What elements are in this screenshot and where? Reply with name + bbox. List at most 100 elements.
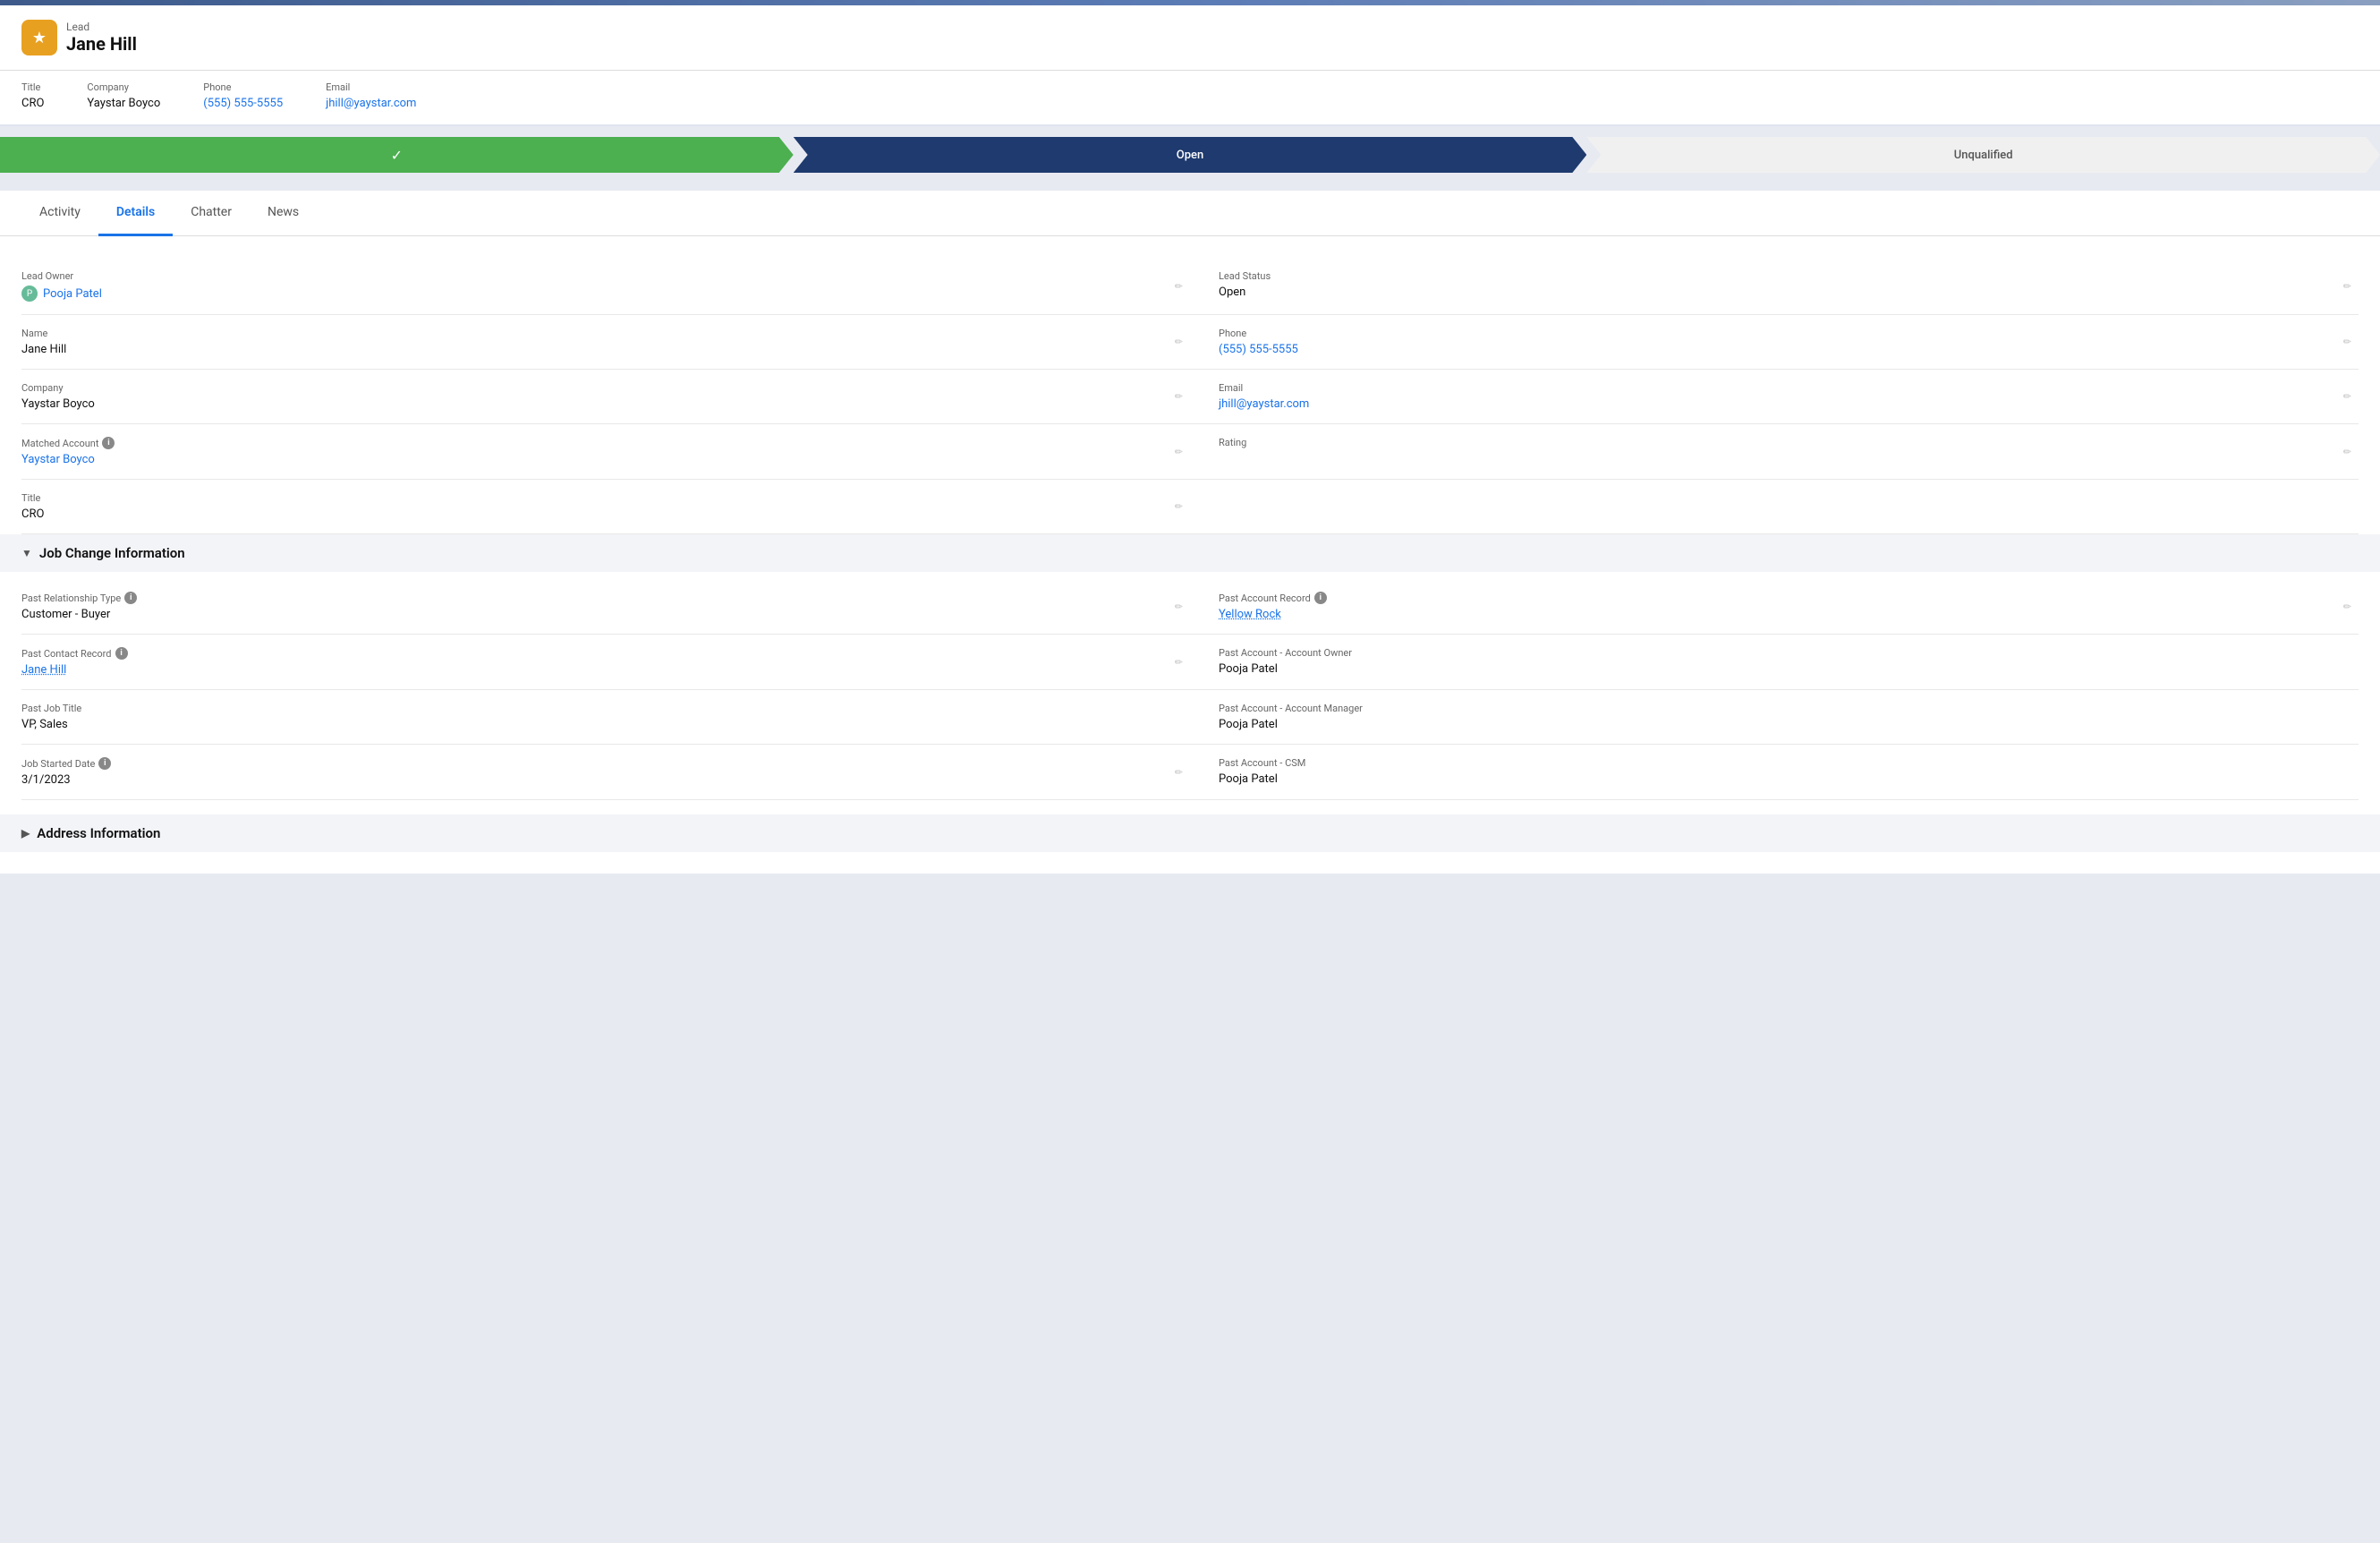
matched-account-label: Matched Account i bbox=[21, 437, 1154, 449]
progress-bar: ✓ Open Unqualified bbox=[0, 126, 2380, 183]
progress-step-done[interactable]: ✓ bbox=[0, 137, 794, 173]
past-contact-record-value[interactable]: Jane Hill bbox=[21, 663, 1154, 677]
email-label: Email bbox=[326, 81, 416, 93]
record-type: Lead bbox=[66, 21, 137, 33]
job-started-date-edit-icon[interactable]: ✏ bbox=[1175, 766, 1183, 778]
past-relationship-type-label: Past Relationship Type i bbox=[21, 592, 1154, 604]
email-detail-value[interactable]: jhill@yaystar.com bbox=[1219, 397, 2344, 411]
job-started-date-value: 3/1/2023 bbox=[21, 773, 1154, 787]
past-account-record-info-icon[interactable]: i bbox=[1314, 592, 1327, 604]
lead-owner-field: Lead Owner P Pooja Patel ✏ bbox=[21, 258, 1190, 315]
title-detail-label: Title bbox=[21, 492, 1154, 504]
past-account-csm-field: Past Account - CSM Pooja Patel bbox=[1190, 745, 2359, 800]
email-detail-field: Email jhill@yaystar.com ✏ bbox=[1190, 370, 2359, 424]
title-detail-edit-icon[interactable]: ✏ bbox=[1175, 501, 1183, 513]
past-relationship-edit-icon[interactable]: ✏ bbox=[1175, 601, 1183, 612]
email-detail-edit-icon[interactable]: ✏ bbox=[2343, 391, 2351, 403]
tab-details[interactable]: Details bbox=[98, 191, 173, 236]
progress-step-open[interactable]: Open bbox=[794, 137, 1587, 173]
address-chevron-icon: ▶ bbox=[21, 827, 30, 840]
phone-value[interactable]: (555) 555-5555 bbox=[203, 97, 283, 110]
title-detail-field: Title CRO ✏ bbox=[21, 480, 1190, 534]
address-section-header[interactable]: ▶ Address Information bbox=[0, 814, 2380, 852]
matched-account-value[interactable]: Yaystar Boyco bbox=[21, 453, 1154, 466]
title-value: CRO bbox=[21, 97, 44, 110]
past-account-manager-value: Pooja Patel bbox=[1219, 718, 2344, 731]
lead-icon: ★ bbox=[21, 20, 57, 55]
phone-detail-edit-icon[interactable]: ✏ bbox=[2343, 337, 2351, 348]
past-account-manager-label: Past Account - Account Manager bbox=[1219, 703, 2344, 714]
lead-status-value: Open bbox=[1219, 286, 2344, 299]
tab-news[interactable]: News bbox=[250, 191, 317, 236]
progress-step-unqualified[interactable]: Unqualified bbox=[1586, 137, 2380, 173]
lead-status-field: Lead Status Open ✏ bbox=[1190, 258, 2359, 315]
past-relationship-type-field: Past Relationship Type i Customer - Buye… bbox=[21, 579, 1190, 635]
details-content: Lead Owner P Pooja Patel ✏ Lead Status O… bbox=[0, 236, 2380, 874]
company-detail-field: Company Yaystar Boyco ✏ bbox=[21, 370, 1190, 424]
company-detail-value: Yaystar Boyco bbox=[21, 397, 1154, 411]
past-contact-record-info-icon[interactable]: i bbox=[115, 647, 128, 660]
past-account-csm-label: Past Account - CSM bbox=[1219, 757, 2344, 769]
phone-detail-label: Phone bbox=[1219, 328, 2344, 339]
rating-label: Rating bbox=[1219, 437, 2344, 448]
phone-field: Phone (555) 555-5555 bbox=[203, 81, 283, 110]
company-field: Company Yaystar Boyco bbox=[87, 81, 160, 110]
info-bar: Title CRO Company Yaystar Boyco Phone (5… bbox=[0, 71, 2380, 126]
check-icon: ✓ bbox=[391, 147, 403, 164]
company-value: Yaystar Boyco bbox=[87, 97, 160, 110]
matched-account-field: Matched Account i Yaystar Boyco ✏ bbox=[21, 424, 1190, 480]
name-label: Name bbox=[21, 328, 1154, 339]
past-contact-record-edit-icon[interactable]: ✏ bbox=[1175, 656, 1183, 668]
company-detail-label: Company bbox=[21, 382, 1154, 394]
lead-owner-label: Lead Owner bbox=[21, 270, 1154, 282]
email-detail-label: Email bbox=[1219, 382, 2344, 394]
rating-field: Rating ✏ bbox=[1190, 424, 2359, 480]
tab-chatter[interactable]: Chatter bbox=[173, 191, 250, 236]
matched-account-edit-icon[interactable]: ✏ bbox=[1175, 446, 1183, 457]
past-account-csm-value: Pooja Patel bbox=[1219, 772, 2344, 786]
page-header: ★ Lead Jane Hill bbox=[0, 5, 2380, 71]
phone-label: Phone bbox=[203, 81, 283, 93]
past-relationship-info-icon[interactable]: i bbox=[124, 592, 137, 604]
past-account-record-label: Past Account Record i bbox=[1219, 592, 2344, 604]
company-detail-edit-icon[interactable]: ✏ bbox=[1175, 391, 1183, 403]
tabs: Activity Details Chatter News bbox=[0, 191, 2380, 236]
job-change-section: ▼ Job Change Information Past Relationsh… bbox=[21, 534, 2359, 800]
job-change-chevron-icon: ▼ bbox=[21, 547, 32, 559]
past-account-owner-label: Past Account - Account Owner bbox=[1219, 647, 2344, 659]
email-value[interactable]: jhill@yaystar.com bbox=[326, 97, 416, 110]
job-change-section-header[interactable]: ▼ Job Change Information bbox=[0, 534, 2380, 572]
title-detail-value: CRO bbox=[21, 507, 1154, 521]
job-started-date-field: Job Started Date i 3/1/2023 ✏ bbox=[21, 745, 1190, 800]
past-account-record-value[interactable]: Yellow Rock bbox=[1219, 608, 2344, 621]
past-contact-record-label: Past Contact Record i bbox=[21, 647, 1154, 660]
lead-status-edit-icon[interactable]: ✏ bbox=[2343, 280, 2351, 292]
phone-detail-field: Phone (555) 555-5555 ✏ bbox=[1190, 315, 2359, 370]
job-started-date-label: Job Started Date i bbox=[21, 757, 1154, 770]
lead-owner-edit-icon[interactable]: ✏ bbox=[1175, 280, 1183, 292]
job-change-fields-grid: Past Relationship Type i Customer - Buye… bbox=[21, 579, 2359, 800]
title-right-empty bbox=[1190, 480, 2359, 534]
email-field: Email jhill@yaystar.com bbox=[326, 81, 416, 110]
name-edit-icon[interactable]: ✏ bbox=[1175, 337, 1183, 348]
phone-detail-value[interactable]: (555) 555-5555 bbox=[1219, 343, 2344, 356]
owner-avatar: P bbox=[21, 286, 38, 302]
past-job-title-label: Past Job Title bbox=[21, 703, 1154, 714]
rating-edit-icon[interactable]: ✏ bbox=[2343, 446, 2351, 457]
company-label: Company bbox=[87, 81, 160, 93]
past-account-owner-field: Past Account - Account Owner Pooja Patel bbox=[1190, 635, 2359, 690]
past-account-record-edit-icon[interactable]: ✏ bbox=[2343, 601, 2351, 612]
past-relationship-type-value: Customer - Buyer bbox=[21, 608, 1154, 621]
main-content: Activity Details Chatter News Lead Owner… bbox=[0, 191, 2380, 874]
title-field: Title CRO bbox=[21, 81, 44, 110]
tab-activity[interactable]: Activity bbox=[21, 191, 98, 236]
lead-status-label: Lead Status bbox=[1219, 270, 2344, 282]
name-value: Jane Hill bbox=[21, 343, 1154, 356]
past-job-title-field: Past Job Title VP, Sales bbox=[21, 690, 1190, 745]
lead-owner-value[interactable]: Pooja Patel bbox=[43, 287, 102, 301]
matched-account-info-icon[interactable]: i bbox=[102, 437, 115, 449]
name-field: Name Jane Hill ✏ bbox=[21, 315, 1190, 370]
job-started-date-info-icon[interactable]: i bbox=[98, 757, 111, 770]
past-account-manager-field: Past Account - Account Manager Pooja Pat… bbox=[1190, 690, 2359, 745]
main-fields-grid: Lead Owner P Pooja Patel ✏ Lead Status O… bbox=[21, 258, 2359, 534]
